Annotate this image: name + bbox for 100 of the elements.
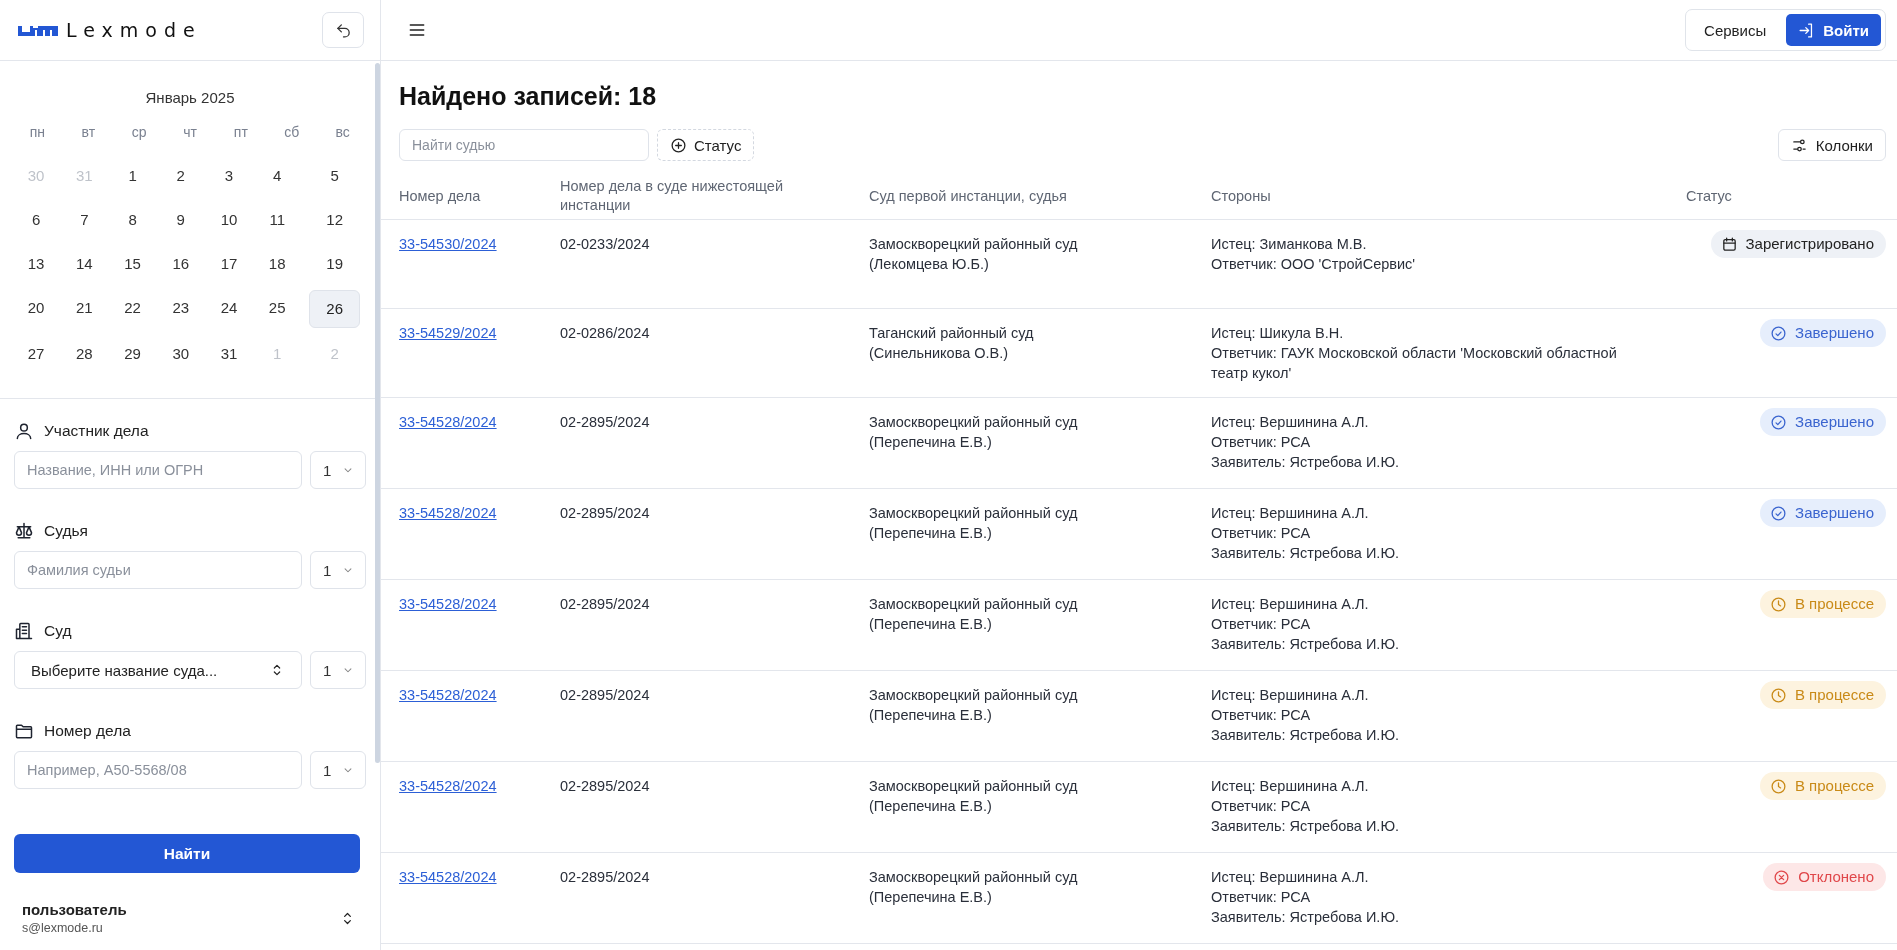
calendar-day[interactable]: 19 <box>309 246 360 282</box>
party-line: Заявитель: Ястребова И.Ю. <box>1211 453 1401 472</box>
calendar-day[interactable]: 29 <box>116 336 149 372</box>
status-badge: В процессе <box>1759 772 1886 800</box>
party-line: Истец: Вершинина А.Л. <box>1211 777 1370 796</box>
input-field[interactable]: Например, А50-5568/08 <box>14 751 302 789</box>
column-header: Номер дела <box>399 186 482 206</box>
count-dropdown[interactable]: 1 <box>310 551 366 589</box>
party-line: Ответчик: РСА <box>1211 888 1312 907</box>
calendar-day[interactable]: 21 <box>68 290 101 326</box>
case-link[interactable]: 33-54528/2024 <box>399 867 497 887</box>
undo-button[interactable] <box>322 12 364 48</box>
case-link[interactable]: 33-54528/2024 <box>399 594 497 614</box>
party-line: Заявитель: Ястребова И.Ю. <box>1211 635 1401 654</box>
calendar-day[interactable]: 31 <box>212 336 246 372</box>
case-link[interactable]: 33-54529/2024 <box>399 323 497 343</box>
calendar-day[interactable]: 6 <box>20 202 53 238</box>
count-dropdown[interactable]: 1 <box>310 651 366 689</box>
check-circle-icon <box>1770 324 1788 342</box>
login-button[interactable]: Войти <box>1786 14 1881 46</box>
month-title: Январь 2025 <box>144 89 236 106</box>
case-link[interactable]: 33-54528/2024 <box>399 776 497 796</box>
calendar-day[interactable]: 15 <box>116 246 149 282</box>
table-cell-text: 02-0233/2024 <box>560 235 651 254</box>
column-header: Номер дела в суде нижестоящей инстанции <box>560 177 784 215</box>
party-line: Истец: Вершинина А.Л. <box>1211 595 1370 614</box>
table-cell-text: Замоскворецкий районный суд (Перепечина Е.В.) <box>869 868 1079 907</box>
calendar-day[interactable]: 18 <box>261 246 294 282</box>
calendar-day[interactable]: 4 <box>261 158 294 194</box>
calendar-day[interactable]: 26 <box>309 290 360 328</box>
calendar-day[interactable]: 24 <box>212 290 246 326</box>
court-select[interactable]: Выберите название суда... <box>14 651 302 689</box>
count-dropdown[interactable]: 1 <box>310 451 366 489</box>
status-badge: В процессе <box>1759 681 1886 709</box>
filter-label: Суд <box>44 622 72 640</box>
user-name: пользователь <box>22 901 127 918</box>
weekday-label: пт <box>232 124 249 142</box>
table-cell-text: Замоскворецкий районный суд (Лекомцева Ю.Б.) <box>869 235 1079 274</box>
weekday-label: ср <box>130 124 148 142</box>
calendar-day[interactable]: 5 <box>309 158 360 194</box>
count-dropdown[interactable]: 1 <box>310 751 366 789</box>
party-line: Заявитель: Ястребова И.Ю. <box>1211 726 1401 745</box>
table-cell-text: Замоскворецкий районный суд (Перепечина Е.В.) <box>869 777 1079 816</box>
calendar-day[interactable]: 16 <box>164 246 197 282</box>
table-cell-text: 02-2895/2024 <box>560 595 651 614</box>
find-button[interactable]: Найти <box>14 834 360 873</box>
x-circle-icon <box>1773 868 1791 886</box>
party-line: Истец: Вершинина А.Л. <box>1211 686 1370 705</box>
calendar-day[interactable]: 27 <box>20 336 53 372</box>
calendar-day[interactable]: 11 <box>261 202 294 238</box>
services-button[interactable]: Сервисы <box>1690 14 1781 46</box>
party-line: Истец: Вершинина А.Л. <box>1211 868 1370 887</box>
calendar-day[interactable]: 12 <box>309 202 360 238</box>
building-icon <box>14 621 34 641</box>
clock-icon <box>1769 777 1787 795</box>
table-cell-text: 02-2895/2024 <box>560 504 651 523</box>
calendar-day[interactable]: 20 <box>20 290 53 326</box>
table-cell-text: Замоскворецкий районный суд (Перепечина Е.В.) <box>869 686 1079 725</box>
judge-search-field[interactable]: Найти судью <box>399 129 649 161</box>
calendar-day[interactable]: 3 <box>212 158 246 194</box>
calendar-day[interactable]: 8 <box>116 202 149 238</box>
person-icon <box>14 421 34 441</box>
column-header: Стороны <box>1211 186 1272 206</box>
case-link[interactable]: 33-54530/2024 <box>399 234 497 254</box>
calendar-day[interactable]: 17 <box>212 246 246 282</box>
logo-icon <box>18 24 58 36</box>
calendar-day[interactable]: 22 <box>116 290 149 326</box>
check-circle-icon <box>1770 504 1788 522</box>
case-link[interactable]: 33-54528/2024 <box>399 503 497 523</box>
scrollbar[interactable] <box>375 63 380 763</box>
calendar-day[interactable]: 30 <box>164 336 197 372</box>
calendar-day[interactable]: 7 <box>68 202 101 238</box>
calendar-day[interactable]: 2 <box>164 158 197 194</box>
calendar-day[interactable]: 23 <box>164 290 197 326</box>
input-field[interactable]: Название, ИНН или ОГРН <box>14 451 302 489</box>
calendar-day[interactable]: 9 <box>164 202 197 238</box>
case-link[interactable]: 33-54528/2024 <box>399 412 497 432</box>
status-filter-button[interactable]: Статус <box>657 129 755 161</box>
table-cell-text: Таганский районный суд (Синельникова О.В.) <box>869 324 1035 363</box>
calendar-day[interactable]: 10 <box>212 202 246 238</box>
table-cell-text: Замоскворецкий районный суд (Перепечина Е.В.) <box>869 595 1079 634</box>
weekday-label: вт <box>80 124 97 142</box>
plus-circle-icon <box>670 136 687 154</box>
calendar-day[interactable]: 28 <box>68 336 101 372</box>
calendar-day[interactable]: 25 <box>261 290 294 326</box>
calendar-day[interactable]: 1 <box>116 158 149 194</box>
calendar-day[interactable]: 13 <box>20 246 53 282</box>
case-link[interactable]: 33-54528/2024 <box>399 685 497 705</box>
status-badge: Отклонено <box>1763 863 1886 891</box>
party-line: Заявитель: Ястребова И.Ю. <box>1211 817 1401 836</box>
calendar-day[interactable]: 14 <box>68 246 101 282</box>
column-header: Статус <box>1686 186 1733 206</box>
party-line: Истец: Вершинина А.Л. <box>1211 413 1370 432</box>
columns-button[interactable]: Колонки <box>1777 129 1886 161</box>
undo-icon <box>334 21 352 39</box>
input-field[interactable]: Фамилия судьи <box>14 551 302 589</box>
folder-icon <box>14 721 34 741</box>
party-line: Ответчик: РСА <box>1211 797 1312 816</box>
party-line: Заявитель: Ястребова И.Ю. <box>1211 544 1401 563</box>
filter-label: Участник дела <box>44 422 149 440</box>
